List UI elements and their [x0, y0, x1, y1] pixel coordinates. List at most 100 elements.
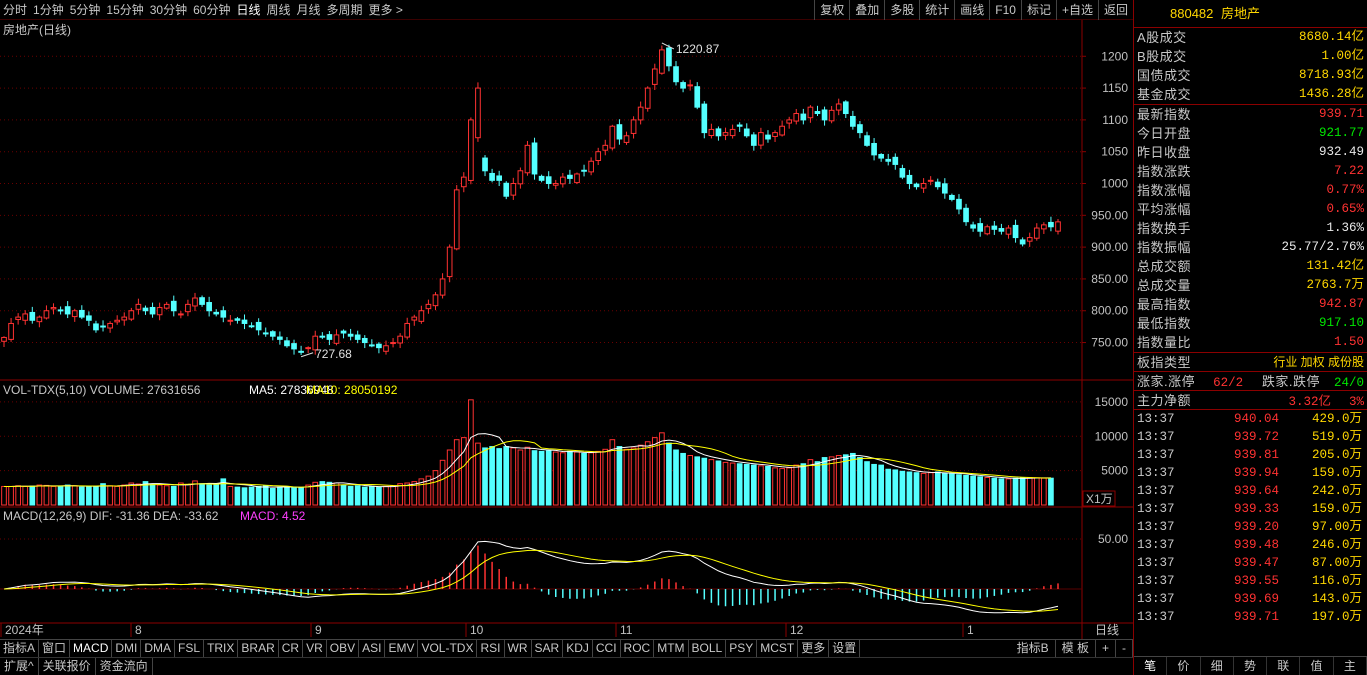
period-tab-0[interactable]: 分时 — [0, 1, 30, 18]
indicator-tab-8[interactable]: CR — [279, 640, 304, 657]
tick-list[interactable]: 13:37 940.04 429.0万 13:37 939.72 519.0万 13:37 9… — [1134, 410, 1367, 626]
candle — [616, 124, 623, 140]
volume-bar — [15, 485, 21, 506]
indicator-tab-13[interactable]: VOL-TDX — [418, 640, 478, 657]
bottom-tab-1[interactable]: 关联报价 — [39, 658, 96, 675]
date-label: 8 — [135, 623, 142, 637]
volume-bar — [206, 484, 212, 506]
indicator-tab-20[interactable]: MTM — [654, 640, 689, 657]
indicator-right-0[interactable]: 指标B — [1011, 640, 1056, 657]
candle — [828, 109, 835, 122]
bottom-tab-2[interactable]: 资金流向 — [96, 658, 153, 675]
indicator-tab-25[interactable]: 设置 — [829, 640, 861, 657]
toolbar-button-0[interactable]: 复权 — [814, 0, 849, 20]
volume-bar — [637, 444, 644, 506]
indicator-tab-23[interactable]: MCST — [757, 640, 799, 657]
indicator-tab-1[interactable]: 窗口 — [39, 640, 71, 657]
candle — [524, 144, 531, 174]
indicator-tab-18[interactable]: CCI — [593, 640, 621, 657]
bottom-tab-0[interactable]: 扩展^ — [0, 658, 39, 675]
period-tab-9[interactable]: 多周期 — [324, 1, 366, 18]
volume-bar — [694, 456, 701, 506]
toolbar-button-7[interactable]: +自选 — [1055, 0, 1098, 20]
period-tab-6[interactable]: 日线 — [233, 1, 263, 18]
volume-bar — [687, 455, 693, 506]
panel-tab-0[interactable]: 笔 — [1134, 657, 1168, 675]
indicator-right-1[interactable]: 模 板 — [1056, 640, 1096, 657]
toolbar-button-6[interactable]: 标记 — [1020, 0, 1056, 20]
candle — [347, 333, 354, 337]
indicator-tab-7[interactable]: BRAR — [238, 640, 279, 657]
indicator-tab-11[interactable]: ASI — [359, 640, 386, 657]
candle — [800, 113, 807, 121]
indicator-tab-4[interactable]: DMA — [141, 640, 176, 657]
indicator-tab-10[interactable]: OBV — [327, 640, 360, 657]
panel-tab-4[interactable]: 联 — [1267, 657, 1301, 675]
volume-bar — [581, 452, 587, 506]
period-tab-4[interactable]: 30分钟 — [147, 1, 190, 18]
volume-bar — [567, 450, 573, 506]
toolbar-button-8[interactable]: 返回 — [1097, 0, 1133, 20]
period-tab-8[interactable]: 月线 — [294, 1, 324, 18]
chart-title: 房地产(日线) — [3, 22, 71, 37]
panel-tab-5[interactable]: 值 — [1300, 657, 1334, 675]
indicator-right-3[interactable]: - — [1116, 640, 1133, 657]
period-tab-1[interactable]: 1分钟 — [30, 1, 67, 18]
indicator-tab-2[interactable]: MACD — [70, 640, 113, 657]
indicator-tab-14[interactable]: RSI — [477, 640, 505, 657]
panel-tab-3[interactable]: 势 — [1234, 657, 1268, 675]
indicator-tab-21[interactable]: BOLL — [689, 640, 727, 657]
indicator-tab-22[interactable]: PSY — [726, 640, 758, 657]
period-tab-10[interactable]: 更多 > — [366, 1, 406, 18]
indicator-tab-24[interactable]: 更多 — [798, 640, 830, 657]
candle — [729, 128, 736, 137]
candle — [694, 86, 701, 108]
volume-bar — [404, 482, 411, 506]
volume-bar — [871, 463, 877, 506]
candle — [220, 310, 227, 318]
candle — [71, 310, 78, 318]
toolbar-button-2[interactable]: 多股 — [884, 0, 919, 20]
indicator-right-2[interactable]: + — [1096, 640, 1116, 657]
period-tab-7[interactable]: 周线 — [263, 1, 293, 18]
period-tab-3[interactable]: 15分钟 — [103, 1, 146, 18]
indicator-tab-5[interactable]: FSL — [175, 640, 205, 657]
candle — [949, 194, 955, 200]
indicator-tab-16[interactable]: SAR — [532, 640, 564, 657]
indicator-tab-9[interactable]: VR — [303, 640, 327, 657]
panel-tab-2[interactable]: 细 — [1201, 657, 1234, 675]
candle — [135, 303, 142, 310]
indicator-tab-19[interactable]: ROC — [621, 640, 655, 657]
indicator-tab-3[interactable]: DMI — [112, 640, 142, 657]
period-tab-5[interactable]: 60分钟 — [190, 1, 233, 18]
candle — [602, 144, 609, 151]
candle — [1005, 227, 1012, 235]
candle — [722, 132, 729, 136]
toolbar-button-3[interactable]: 统计 — [919, 0, 954, 20]
period-tab-2[interactable]: 5分钟 — [67, 1, 104, 18]
candle — [673, 66, 679, 83]
toolbar-button-1[interactable]: 叠加 — [849, 0, 884, 20]
candle — [842, 101, 849, 115]
price-axis-label: 900.00 — [1091, 240, 1128, 254]
volume-bar — [291, 486, 297, 506]
toolbar-button-4[interactable]: 画线 — [954, 0, 989, 20]
volume-bar — [984, 477, 991, 506]
candle — [255, 321, 262, 331]
candle — [361, 337, 368, 344]
indicator-tab-12[interactable]: EMV — [385, 640, 419, 657]
toolbar-button-5[interactable]: F10 — [989, 0, 1021, 20]
indicator-tab-6[interactable]: TRIX — [204, 640, 239, 657]
indicator-tab-0[interactable]: 指标A — [0, 640, 40, 657]
volume-bar — [538, 450, 545, 506]
price-axis-label: 850.00 — [1091, 272, 1128, 286]
indicator-tab-15[interactable]: WR — [505, 640, 532, 657]
panel-tab-1[interactable]: 价 — [1167, 657, 1201, 675]
volume-bar — [970, 475, 976, 506]
candle — [411, 316, 418, 321]
indicator-tab-17[interactable]: KDJ — [563, 640, 593, 657]
panel-tab-6[interactable]: 主 — [1334, 657, 1367, 675]
candle — [651, 68, 658, 85]
candle — [659, 49, 665, 74]
kline-chart[interactable]: 750.00800.00850.00900.00950.001000105011… — [0, 20, 1133, 639]
